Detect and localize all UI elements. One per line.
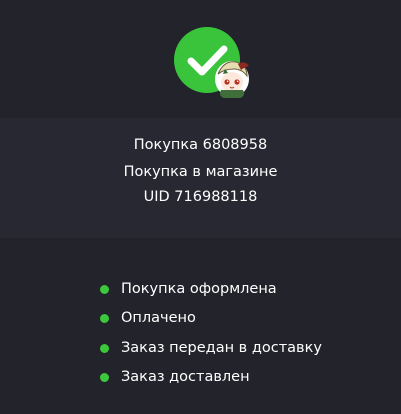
status-step-ordered: Покупка оформлена xyxy=(100,279,277,299)
status-step-delivered: Заказ доставлен xyxy=(100,367,250,387)
user-uid: UID 716988118 xyxy=(143,189,258,205)
mascot-sticker-icon xyxy=(215,61,249,98)
status-dot-icon xyxy=(100,313,109,323)
status-step-paid: Оплачено xyxy=(100,308,196,328)
status-header xyxy=(0,0,401,118)
status-step-label: Оплачено xyxy=(121,310,196,326)
status-dot-icon xyxy=(100,284,109,294)
status-dot-icon xyxy=(100,343,109,353)
status-dot-icon xyxy=(100,372,109,382)
status-step-shipped: Заказ передан в доставку xyxy=(100,338,322,358)
status-step-label: Покупка оформлена xyxy=(121,281,277,297)
order-status-list xyxy=(0,238,401,414)
purchase-number: Покупка 6808958 xyxy=(133,137,268,153)
purchase-type: Покупка в магазине xyxy=(123,164,278,180)
status-step-label: Заказ доставлен xyxy=(121,369,250,385)
status-step-label: Заказ передан в доставку xyxy=(121,340,322,356)
